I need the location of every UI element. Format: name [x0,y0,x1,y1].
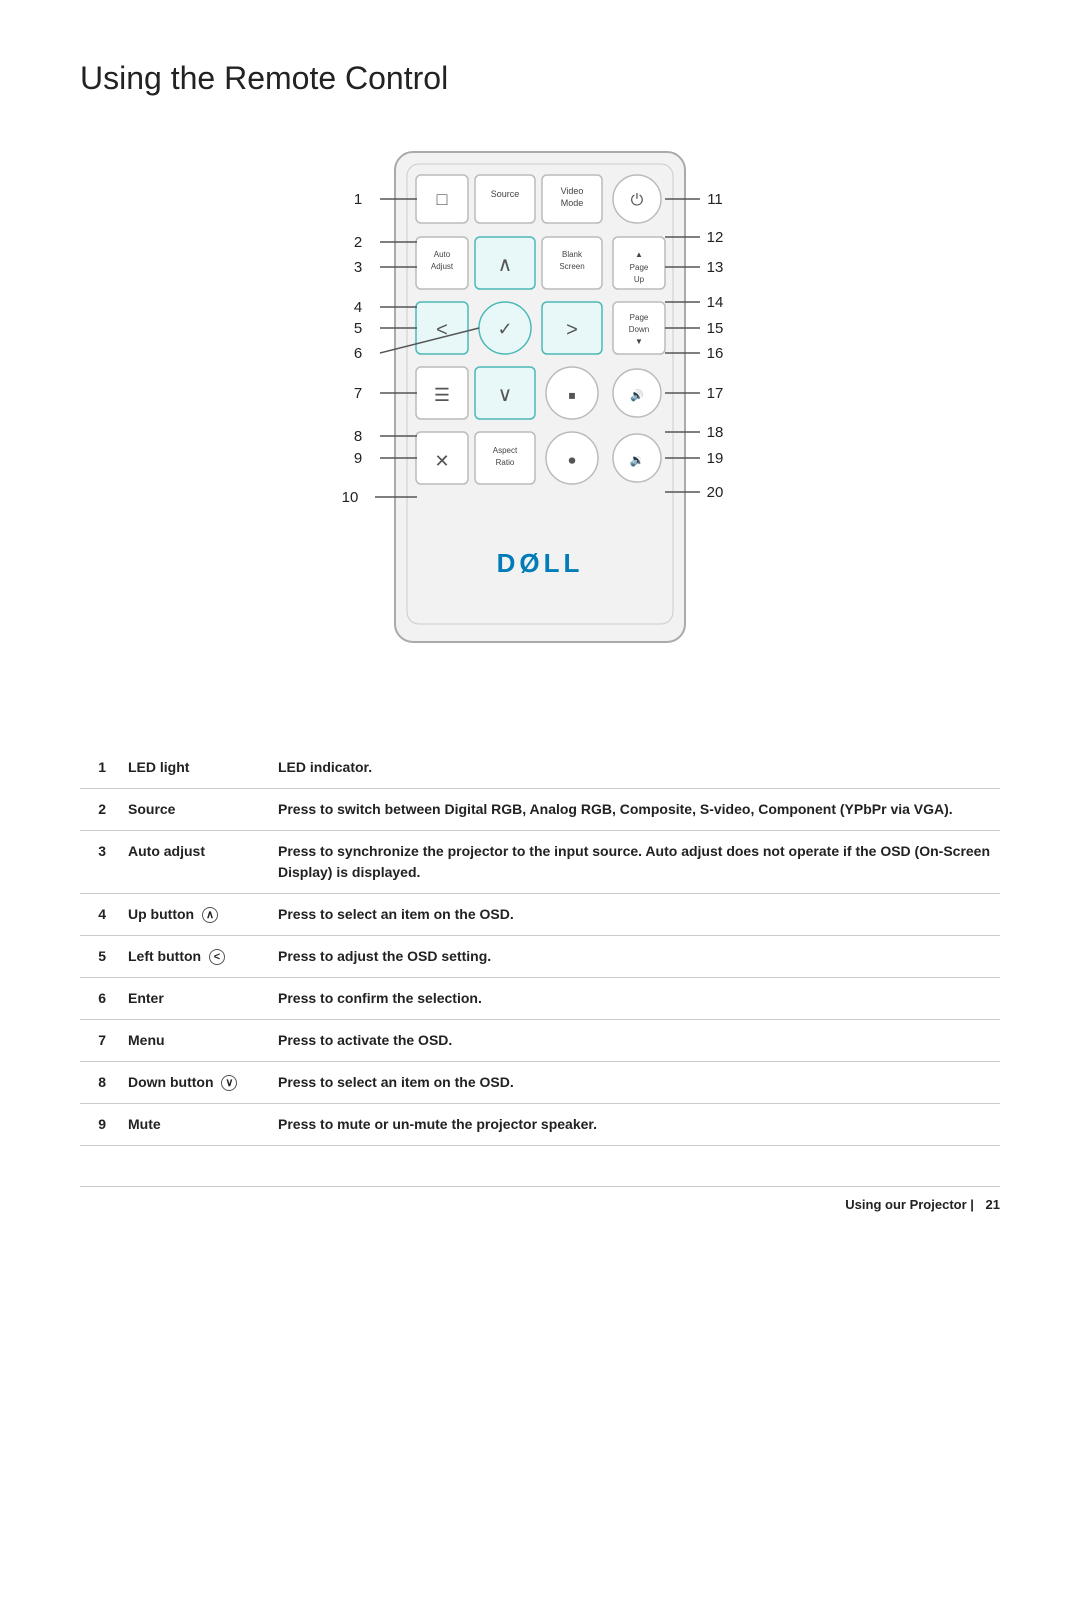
svg-text:□: □ [437,189,448,209]
row-desc: LED indicator. [270,747,1000,789]
svg-text:9: 9 [354,450,362,467]
table-row: 9 Mute Press to mute or un-mute the proj… [80,1104,1000,1146]
svg-text:Ratio: Ratio [496,458,515,467]
svg-text:1: 1 [354,191,362,208]
svg-text:16: 16 [707,345,724,362]
row-name: Enter [120,978,270,1020]
row-desc: Press to select an item on the OSD. [270,1062,1000,1104]
row-name: Down button ∨ [120,1062,270,1104]
svg-text:14: 14 [707,294,724,311]
row-desc: Press to switch between Digital RGB, Ana… [270,789,1000,831]
svg-text:☰: ☰ [434,385,450,405]
remote-diagram: □ Source Video Mode ⏻ Auto Adjust ∧ Blan… [80,137,1000,697]
svg-text:Aspect: Aspect [493,446,518,455]
svg-text:Down: Down [629,325,649,334]
svg-text:11: 11 [707,191,723,208]
svg-text:⏹: ⏹ [569,387,576,403]
svg-text:10: 10 [342,489,359,506]
table-row: 7 Menu Press to activate the OSD. [80,1020,1000,1062]
svg-text:Screen: Screen [559,262,584,271]
footer-separator: | [967,1197,978,1212]
svg-text:2: 2 [354,234,362,251]
svg-text:⏺: ⏺ [569,452,576,468]
svg-text:✓: ✓ [497,319,512,339]
table-row: 4 Up button ∧ Press to select an item on… [80,894,1000,936]
row-desc: Press to activate the OSD. [270,1020,1000,1062]
svg-text:Video: Video [561,186,584,196]
row-num: 8 [80,1062,120,1104]
row-num: 6 [80,978,120,1020]
svg-text:🔉: 🔉 [630,453,645,467]
up-symbol: ∧ [202,907,218,923]
svg-text:4: 4 [354,299,362,316]
svg-text:19: 19 [707,450,724,467]
page-container: Using the Remote Control □ Source Video … [0,0,1080,1272]
down-symbol: ∨ [221,1075,237,1091]
svg-text:5: 5 [354,320,362,337]
diagram-svg: □ Source Video Mode ⏻ Auto Adjust ∧ Blan… [200,137,880,697]
svg-text:Blank: Blank [562,250,583,259]
svg-text:17: 17 [707,385,724,402]
svg-text:DØLL: DØLL [497,548,584,578]
svg-text:Auto: Auto [434,250,451,259]
footer-page-number: 21 [986,1197,1000,1212]
svg-text:Page: Page [630,263,649,272]
row-name: Menu [120,1020,270,1062]
svg-text:🔊: 🔊 [630,388,644,402]
svg-text:✕: ✕ [434,451,449,471]
row-name: Mute [120,1104,270,1146]
svg-text:20: 20 [707,484,724,501]
svg-text:Source: Source [491,189,520,199]
svg-text:Mode: Mode [561,198,584,208]
footer-label: Using our Projector [845,1197,966,1212]
svg-text:7: 7 [354,385,362,402]
svg-text:∧: ∧ [498,254,513,276]
svg-text:8: 8 [354,428,362,445]
row-num: 9 [80,1104,120,1146]
svg-text:∨: ∨ [498,384,513,406]
row-num: 3 [80,831,120,894]
row-num: 5 [80,936,120,978]
svg-text:12: 12 [707,229,724,246]
row-num: 7 [80,1020,120,1062]
svg-text:Up: Up [634,275,645,284]
svg-text:18: 18 [707,424,724,441]
row-name: Up button ∧ [120,894,270,936]
svg-text:15: 15 [707,320,724,337]
page-title: Using the Remote Control [80,60,1000,97]
svg-text:Page: Page [630,313,649,322]
row-name: Left button < [120,936,270,978]
left-symbol: < [209,949,225,965]
row-name: LED light [120,747,270,789]
row-name: Auto adjust [120,831,270,894]
svg-text:13: 13 [707,259,724,276]
row-name: Source [120,789,270,831]
svg-text:Adjust: Adjust [431,262,454,271]
row-num: 2 [80,789,120,831]
svg-text:3: 3 [354,259,362,276]
svg-text:▼: ▼ [635,337,643,346]
svg-text:6: 6 [354,345,362,362]
row-desc: Press to synchronize the projector to th… [270,831,1000,894]
table-row: 1 LED light LED indicator. [80,747,1000,789]
page-footer: Using our Projector | 21 [80,1186,1000,1212]
svg-text:▲: ▲ [635,250,643,259]
row-desc: Press to adjust the OSD setting. [270,936,1000,978]
table-row: 8 Down button ∨ Press to select an item … [80,1062,1000,1104]
row-num: 4 [80,894,120,936]
row-desc: Press to mute or un-mute the projector s… [270,1104,1000,1146]
table-row: 6 Enter Press to confirm the selection. [80,978,1000,1020]
table-row: 3 Auto adjust Press to synchronize the p… [80,831,1000,894]
row-desc: Press to confirm the selection. [270,978,1000,1020]
svg-text:⏻: ⏻ [631,192,644,209]
row-desc: Press to select an item on the OSD. [270,894,1000,936]
table-row: 2 Source Press to switch between Digital… [80,789,1000,831]
spec-table: 1 LED light LED indicator. 2 Source Pres… [80,747,1000,1146]
svg-text:>: > [566,319,578,341]
table-row: 5 Left button < Press to adjust the OSD … [80,936,1000,978]
row-num: 1 [80,747,120,789]
